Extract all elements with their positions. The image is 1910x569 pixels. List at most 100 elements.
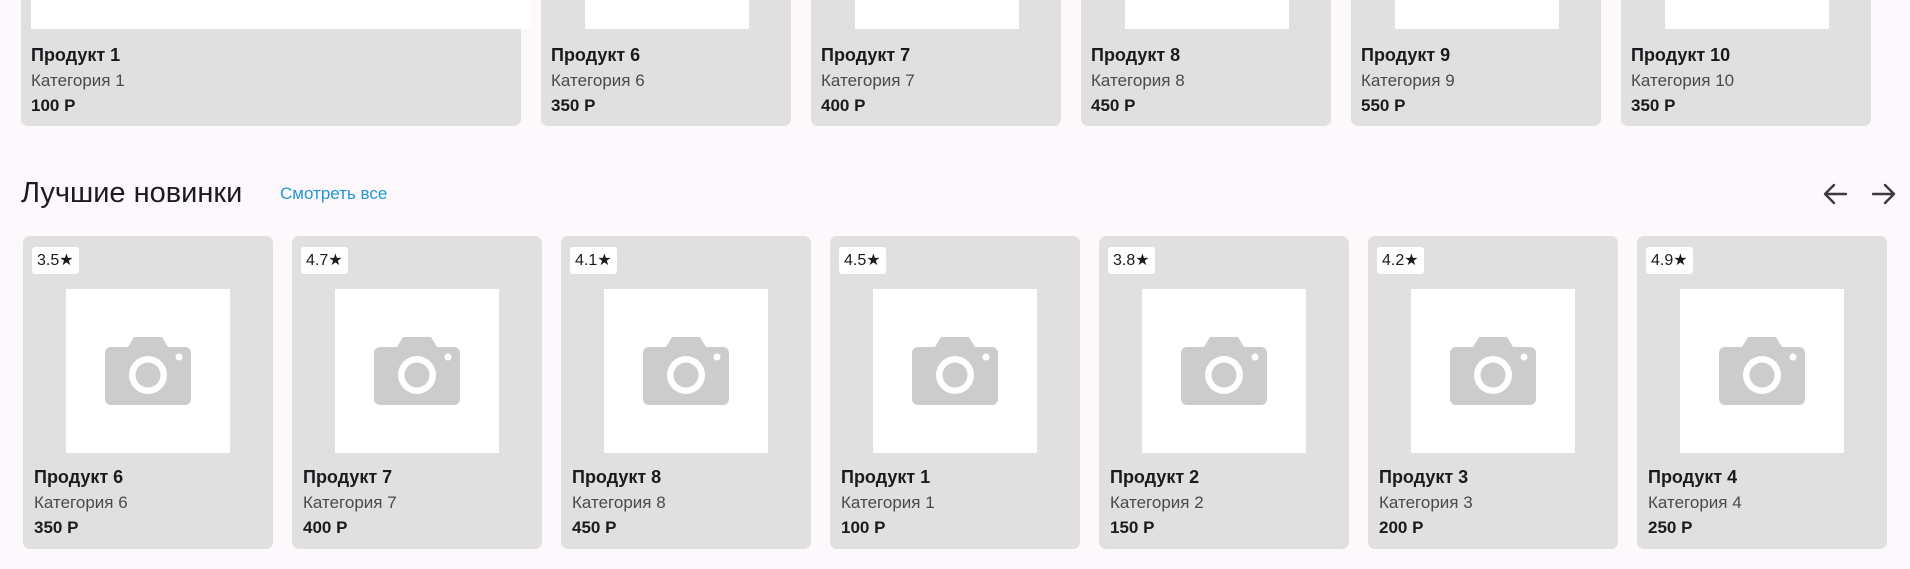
product-price: 400 Р <box>303 518 348 537</box>
product-price: 250 Р <box>1648 518 1693 537</box>
product-card[interactable]: Продукт 7 Категория 7 400 Р <box>811 0 1061 126</box>
product-name: Продукт 2 <box>1110 467 1200 487</box>
product-price: 150 Р <box>1110 518 1155 537</box>
rating-badge: 4.9★ <box>1646 247 1693 274</box>
new-arrivals-carousel: 3.5★ Продукт 6 Категория 6 350 Р 4.7★ Пр… <box>0 236 1910 550</box>
product-image <box>1665 0 1829 29</box>
product-card[interactable]: Продукт 9 Категория 9 550 Р <box>1351 0 1601 126</box>
product-card[interactable]: 3.8★ Продукт 2 Категория 2 150 Р <box>1099 236 1349 549</box>
product-name: Продукт 6 <box>551 45 641 65</box>
rating-badge: 3.5★ <box>32 247 79 274</box>
product-price: 450 Р <box>572 518 617 537</box>
rating-badge: 4.2★ <box>1377 247 1424 274</box>
product-category: Категория 10 <box>1631 71 1735 90</box>
prev-button[interactable] <box>1815 174 1855 214</box>
product-price: 100 Р <box>841 518 886 537</box>
product-card[interactable]: 3.5★ Продукт 6 Категория 6 350 Р <box>23 236 273 549</box>
product-name: Продукт 1 <box>31 45 121 65</box>
see-all-link[interactable]: Смотреть все <box>280 183 387 205</box>
camera-icon <box>105 337 191 405</box>
product-category: Категория 6 <box>551 71 645 90</box>
product-category: Категория 9 <box>1361 71 1455 90</box>
camera-icon <box>1719 337 1805 405</box>
product-name: Продукт 1 <box>841 467 931 487</box>
section-header: Лучшие новинки Смотреть все <box>21 172 1910 214</box>
product-price: 350 Р <box>34 518 79 537</box>
rating-badge: 4.7★ <box>301 247 348 274</box>
product-category: Категория 8 <box>572 493 666 512</box>
product-card[interactable]: 4.7★ Продукт 7 Категория 7 400 Р <box>292 236 542 549</box>
product-image <box>585 0 749 29</box>
rating-badge: 3.8★ <box>1108 247 1155 274</box>
product-image <box>1680 289 1844 453</box>
rating-badge: 4.5★ <box>839 247 886 274</box>
product-category: Категория 2 <box>1110 493 1204 512</box>
product-price: 350 Р <box>551 96 596 115</box>
product-category: Категория 7 <box>821 71 915 90</box>
product-price: 450 Р <box>1091 96 1136 115</box>
product-card[interactable]: 4.2★ Продукт 3 Категория 3 200 Р <box>1368 236 1618 549</box>
camera-icon <box>374 337 460 405</box>
product-image <box>1411 289 1575 453</box>
product-card[interactable]: Продукт 1 Категория 1 100 Р <box>21 0 531 126</box>
camera-icon <box>643 337 729 405</box>
section-title: Лучшие новинки <box>21 177 243 209</box>
product-card[interactable]: 4.9★ Продукт 4 Категория 4 250 Р <box>1637 236 1887 549</box>
product-category: Категория 6 <box>34 493 128 512</box>
product-meta: Продукт 7 Категория 7 400 Р <box>303 465 397 540</box>
product-category: Категория 7 <box>303 493 397 512</box>
product-meta: Продукт 4 Категория 4 250 Р <box>1648 465 1742 540</box>
product-meta: Продукт 6 Категория 6 350 Р <box>551 43 645 118</box>
product-price: 350 Р <box>1631 96 1676 115</box>
top-product-row: Продукт 1 Категория 1 100 Р Продукт 6 Ка… <box>0 0 1910 127</box>
product-category: Категория 1 <box>31 71 125 90</box>
product-name: Продукт 4 <box>1648 467 1738 487</box>
product-name: Продукт 6 <box>34 467 124 487</box>
product-image <box>1142 289 1306 453</box>
product-meta: Продукт 2 Категория 2 150 Р <box>1110 465 1204 540</box>
product-name: Продукт 8 <box>572 467 662 487</box>
product-image <box>855 0 1019 29</box>
product-category: Категория 8 <box>1091 71 1185 90</box>
product-image <box>335 289 499 453</box>
product-price: 200 Р <box>1379 518 1424 537</box>
product-name: Продукт 10 <box>1631 45 1731 65</box>
product-card[interactable]: 4.1★ Продукт 8 Категория 8 450 Р <box>561 236 811 549</box>
product-meta: Продукт 8 Категория 8 450 Р <box>572 465 666 540</box>
product-name: Продукт 3 <box>1379 467 1469 487</box>
product-meta: Продукт 6 Категория 6 350 Р <box>34 465 128 540</box>
product-image <box>873 289 1037 453</box>
camera-icon <box>912 337 998 405</box>
product-card[interactable]: 4.5★ Продукт 1 Категория 1 100 Р <box>830 236 1080 549</box>
product-meta: Продукт 9 Категория 9 550 Р <box>1361 43 1455 118</box>
product-category: Категория 4 <box>1648 493 1742 512</box>
product-card[interactable]: Продукт 6 Категория 6 350 Р <box>541 0 791 126</box>
product-card[interactable]: Продукт 10 Категория 10 350 Р <box>1621 0 1871 126</box>
product-image <box>66 289 230 453</box>
arrow-left-icon <box>1823 183 1848 205</box>
product-price: 550 Р <box>1361 96 1406 115</box>
product-card[interactable]: Продукт 8 Категория 8 450 Р <box>1081 0 1331 126</box>
product-meta: Продукт 10 Категория 10 350 Р <box>1631 43 1734 118</box>
camera-icon <box>1181 337 1267 405</box>
product-meta: Продукт 7 Категория 7 400 Р <box>821 43 915 118</box>
product-image <box>1395 0 1559 29</box>
product-meta: Продукт 8 Категория 8 450 Р <box>1091 43 1185 118</box>
product-category: Категория 1 <box>841 493 935 512</box>
next-button[interactable] <box>1864 174 1904 214</box>
product-image <box>604 289 768 453</box>
rating-badge: 4.1★ <box>570 247 617 274</box>
product-name: Продукт 7 <box>821 45 911 65</box>
product-image <box>31 0 531 29</box>
product-name: Продукт 9 <box>1361 45 1451 65</box>
product-category: Категория 3 <box>1379 493 1473 512</box>
product-price: 400 Р <box>821 96 866 115</box>
page: Продукт 1 Категория 1 100 Р Продукт 6 Ка… <box>0 0 1910 569</box>
product-name: Продукт 8 <box>1091 45 1181 65</box>
product-image <box>1125 0 1289 29</box>
product-meta: Продукт 1 Категория 1 100 Р <box>841 465 935 540</box>
arrow-right-icon <box>1871 183 1896 205</box>
product-price: 100 Р <box>31 96 76 115</box>
product-meta: Продукт 3 Категория 3 200 Р <box>1379 465 1473 540</box>
camera-icon <box>1450 337 1536 405</box>
